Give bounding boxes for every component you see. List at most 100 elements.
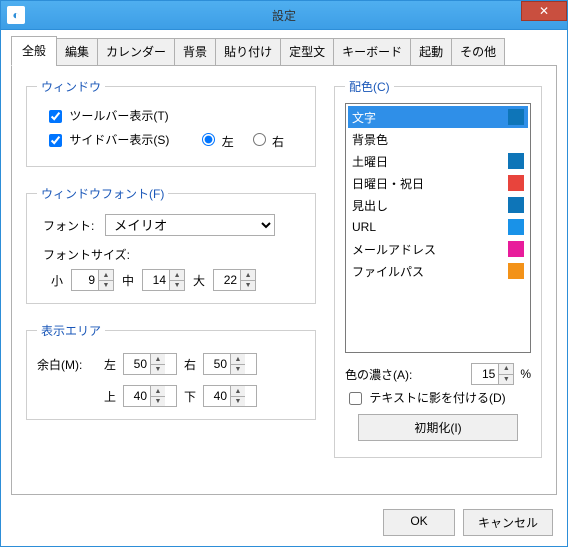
color-item-label: メールアドレス: [352, 241, 436, 258]
toolbar-checkbox-text: ツールバー表示(T): [69, 109, 168, 123]
tab-4[interactable]: 貼り付け: [215, 38, 281, 66]
radio-left-label[interactable]: 左: [197, 130, 233, 150]
color-group-legend: 配色(C): [345, 78, 394, 95]
color-swatch[interactable]: [508, 197, 524, 213]
color-item[interactable]: 文字: [348, 106, 528, 128]
spin-up-icon[interactable]: ▲: [241, 270, 255, 281]
toolbar-checkbox[interactable]: [49, 110, 62, 123]
radio-left[interactable]: [202, 133, 215, 146]
window-title: 設定: [272, 7, 296, 24]
color-item-label: 文字: [352, 109, 376, 126]
window-group-legend: ウィンドウ: [37, 78, 105, 95]
spin-up-icon[interactable]: ▲: [231, 354, 245, 365]
spin-up-icon[interactable]: ▲: [499, 364, 513, 375]
font-mid-label: 中: [122, 272, 134, 289]
color-item[interactable]: 背景色: [348, 128, 528, 150]
spin-down-icon[interactable]: ▼: [151, 397, 165, 407]
spin-up-icon[interactable]: ▲: [231, 386, 245, 397]
tab-5[interactable]: 定型文: [280, 38, 334, 66]
font-select[interactable]: メイリオ: [105, 214, 275, 236]
tab-8[interactable]: その他: [451, 38, 505, 66]
font-large-spinner[interactable]: ▲▼: [213, 269, 256, 291]
spin-down-icon[interactable]: ▼: [99, 281, 113, 291]
margin-left-spinner[interactable]: ▲▼: [123, 353, 177, 375]
color-swatch[interactable]: [508, 109, 524, 125]
close-button[interactable]: ✕: [521, 1, 567, 21]
font-group-legend: ウィンドウフォント(F): [37, 185, 168, 202]
dialog-footer: OK キャンセル: [383, 509, 553, 536]
margin-right-spinner[interactable]: ▲▼: [203, 353, 257, 375]
shadow-checkbox[interactable]: [349, 392, 362, 405]
radio-right-label[interactable]: 右: [248, 130, 284, 150]
font-size-label: フォントサイズ:: [43, 246, 130, 263]
font-large-input[interactable]: [214, 270, 240, 290]
font-group: ウィンドウフォント(F) フォント: メイリオ フォントサイズ: 小 ▲▼: [26, 185, 316, 304]
font-label: フォント:: [43, 217, 99, 234]
color-item[interactable]: メールアドレス: [348, 238, 528, 260]
radio-right[interactable]: [253, 133, 266, 146]
tab-6[interactable]: キーボード: [333, 38, 411, 66]
margin-grid: 余白(M): 左 ▲▼ 右 ▲▼ 上 ▲▼: [37, 353, 305, 407]
sidebar-checkbox[interactable]: [49, 134, 62, 147]
margin-top-spinner[interactable]: ▲▼: [123, 385, 177, 407]
margin-left-input[interactable]: [124, 354, 150, 374]
color-item[interactable]: URL: [348, 216, 528, 238]
app-icon: ◐: [7, 6, 25, 24]
color-item-label: 日曜日・祝日: [352, 175, 424, 192]
color-listbox[interactable]: 文字背景色土曜日日曜日・祝日見出し URL メールアドレスファイルパス: [345, 103, 531, 353]
spin-down-icon[interactable]: ▼: [499, 375, 513, 385]
color-swatch[interactable]: [508, 153, 524, 169]
color-item[interactable]: 土曜日: [348, 150, 528, 172]
shadow-checkbox-text: テキストに影を付ける(D): [369, 391, 505, 405]
spin-up-icon[interactable]: ▲: [99, 270, 113, 281]
sidebar-position-radios: 左 右: [197, 130, 284, 150]
spin-up-icon[interactable]: ▲: [170, 270, 184, 281]
display-group-legend: 表示エリア: [37, 322, 105, 339]
color-swatch[interactable]: [508, 175, 524, 191]
tab-0[interactable]: 全般: [11, 36, 57, 66]
color-swatch[interactable]: [508, 263, 524, 279]
opacity-label: 色の濃さ(A):: [345, 366, 412, 383]
tab-3[interactable]: 背景: [174, 38, 216, 66]
font-size-row: 小 ▲▼ 中 ▲▼ 大 ▲▼: [51, 269, 305, 291]
cancel-button[interactable]: キャンセル: [463, 509, 553, 536]
font-small-input[interactable]: [72, 270, 98, 290]
sidebar-checkbox-label[interactable]: サイドバー表示(S): [45, 131, 169, 150]
tab-7[interactable]: 起動: [410, 38, 452, 66]
font-large-label: 大: [193, 272, 205, 289]
tab-2[interactable]: カレンダー: [97, 38, 175, 66]
left-column: ウィンドウ ツールバー表示(T) サイドバー表示(S): [26, 78, 316, 482]
titlebar: ◐ 設定 ✕: [0, 0, 568, 30]
spin-down-icon[interactable]: ▼: [231, 397, 245, 407]
color-item-label: 土曜日: [352, 153, 388, 170]
margin-bottom-input[interactable]: [204, 386, 230, 406]
ok-button[interactable]: OK: [383, 509, 455, 536]
color-swatch[interactable]: [508, 219, 524, 235]
shadow-checkbox-label[interactable]: テキストに影を付ける(D): [345, 389, 506, 408]
toolbar-checkbox-label[interactable]: ツールバー表示(T): [45, 107, 169, 126]
spin-down-icon[interactable]: ▼: [231, 365, 245, 375]
color-swatch[interactable]: [508, 241, 524, 257]
close-icon: ✕: [539, 4, 549, 18]
sidebar-checkbox-text: サイドバー表示(S): [69, 133, 169, 147]
margin-right-label: 右: [177, 356, 203, 373]
margin-top-input[interactable]: [124, 386, 150, 406]
tab-1[interactable]: 編集: [56, 38, 98, 66]
margin-right-input[interactable]: [204, 354, 230, 374]
reset-colors-button[interactable]: 初期化(I): [358, 414, 518, 441]
color-item-label: URL: [352, 220, 376, 234]
spin-down-icon[interactable]: ▼: [170, 281, 184, 291]
font-mid-input[interactable]: [143, 270, 169, 290]
font-mid-spinner[interactable]: ▲▼: [142, 269, 185, 291]
opacity-input[interactable]: [472, 364, 498, 384]
color-item[interactable]: ファイルパス: [348, 260, 528, 282]
margin-bottom-spinner[interactable]: ▲▼: [203, 385, 257, 407]
spin-down-icon[interactable]: ▼: [151, 365, 165, 375]
font-small-spinner[interactable]: ▲▼: [71, 269, 114, 291]
opacity-spinner[interactable]: ▲▼: [471, 363, 514, 385]
spin-down-icon[interactable]: ▼: [241, 281, 255, 291]
color-item[interactable]: 日曜日・祝日: [348, 172, 528, 194]
spin-up-icon[interactable]: ▲: [151, 354, 165, 365]
spin-up-icon[interactable]: ▲: [151, 386, 165, 397]
color-item[interactable]: 見出し: [348, 194, 528, 216]
